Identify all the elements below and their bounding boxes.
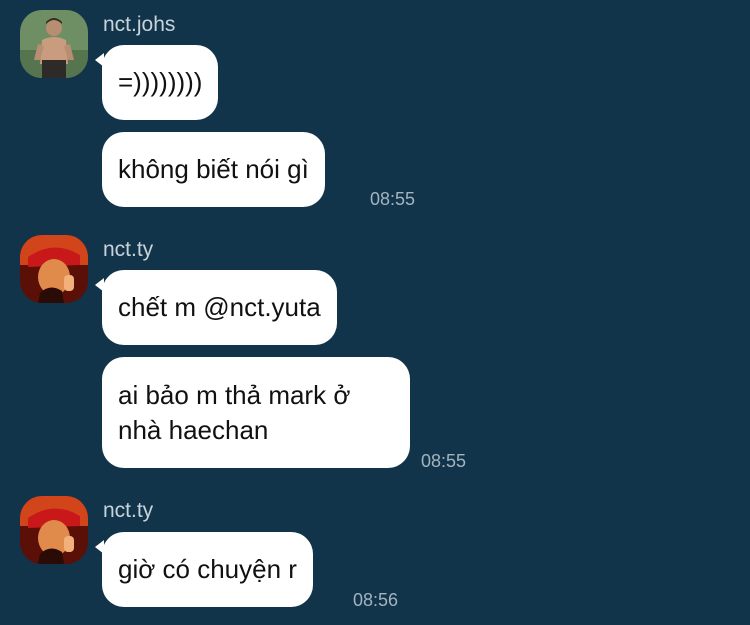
message-text: chết m @nct.yuta [118, 292, 321, 322]
avatar-ty[interactable] [20, 496, 88, 564]
message-bubble[interactable]: ai bảo m thả mark ở nhà haechan [102, 357, 410, 468]
message-bubble[interactable]: không biết nói gì [102, 132, 325, 207]
avatar-ty[interactable] [20, 235, 88, 303]
avatar-johnny[interactable] [20, 10, 88, 78]
message-bubble[interactable]: giờ có chuyện r [95, 532, 313, 607]
message-timestamp: 08:55 [370, 189, 416, 209]
message-text-line: ai bảo m thả mark ở [118, 379, 351, 410]
avatar-ty-image [20, 235, 88, 303]
message-text: =)))))))) [118, 67, 203, 97]
message-text: không biết nói gì [118, 154, 309, 184]
sender-name: nct.ty [103, 499, 154, 522]
message-text-line: nhà haechan [118, 414, 269, 445]
avatar-ty-image [20, 496, 88, 564]
message-timestamp: 08:55 [421, 451, 467, 471]
message-timestamp: 08:56 [353, 590, 399, 610]
sender-name: nct.johs [103, 13, 176, 36]
avatar-johnny-image [20, 10, 88, 78]
message-bubble[interactable]: =)))))))) [94, 45, 219, 120]
message-text: giờ có chuyện r [118, 554, 297, 584]
message-bubble[interactable]: chết m @nct.yuta [95, 270, 337, 345]
sender-name: nct.ty [103, 238, 154, 261]
